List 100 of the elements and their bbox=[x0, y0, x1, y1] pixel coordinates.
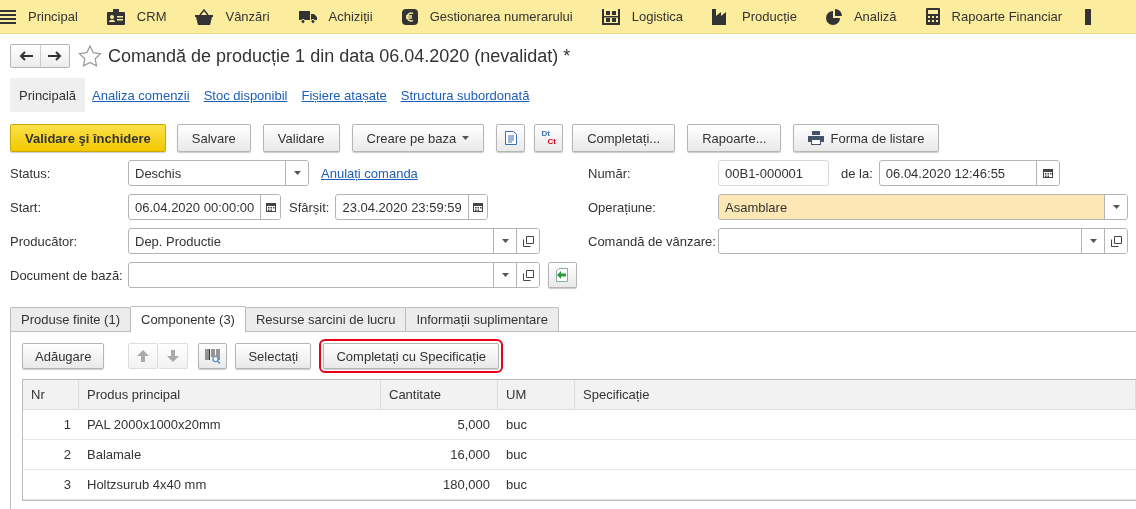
field-label: Document de bază: bbox=[10, 267, 124, 283]
window-title: Comandă de producție 1 din data 06.04.2020 (nevalidat) * bbox=[108, 45, 571, 67]
calendar-icon bbox=[265, 202, 276, 212]
page-tab[interactable]: Principală bbox=[10, 78, 86, 112]
calendar-icon bbox=[1042, 168, 1053, 178]
caret-icon bbox=[293, 171, 301, 175]
menu-item[interactable]: Rapoarte Financiar bbox=[925, 8, 1063, 25]
dropdown-button[interactable]: Creare pe baza bbox=[351, 124, 485, 152]
menu-item[interactable]: Analiză bbox=[825, 8, 897, 25]
calculator-icon bbox=[925, 8, 940, 25]
euro-icon bbox=[401, 8, 418, 25]
id-card-icon bbox=[106, 8, 125, 25]
column-header[interactable]: Specificație bbox=[575, 380, 1136, 409]
barcode-search-button[interactable] bbox=[198, 343, 228, 369]
page-tab[interactable]: Stoc disponibil bbox=[196, 78, 295, 112]
document-arrow-icon bbox=[554, 267, 571, 283]
table-cell-text: 5,000 bbox=[456, 416, 491, 434]
caret-icon bbox=[501, 239, 509, 243]
select-field[interactable]: Asamblare bbox=[718, 194, 1128, 220]
column-header[interactable]: Produs principal bbox=[79, 380, 381, 409]
caret-icon bbox=[1112, 205, 1120, 209]
dropdown-button[interactable] bbox=[1104, 195, 1127, 219]
open-button[interactable] bbox=[516, 263, 539, 287]
table-cell-text: 180,000 bbox=[442, 476, 491, 494]
column-header[interactable]: Nr bbox=[23, 380, 79, 409]
print-button[interactable]: Forma de listare bbox=[793, 124, 940, 152]
table-button[interactable]: Selectați bbox=[235, 343, 312, 369]
toolbar-button[interactable]: Rapoarte... bbox=[687, 124, 782, 152]
menu-item[interactable]: CRM bbox=[106, 8, 167, 25]
date-field[interactable]: 06.04.2020 00:00:00 bbox=[128, 194, 281, 220]
table-cell-text: buc bbox=[505, 476, 528, 494]
menu-item[interactable]: Principal bbox=[0, 9, 78, 24]
caret-icon bbox=[1089, 239, 1097, 243]
barcode-magnifier-icon bbox=[204, 348, 221, 364]
table-cell-text: 1 bbox=[62, 416, 72, 434]
table-cell-text: PAL 2000x1000x20mm bbox=[86, 416, 222, 434]
fill-button[interactable] bbox=[548, 262, 577, 288]
column-header[interactable]: Cantitate bbox=[381, 380, 498, 409]
field-label: Număr: bbox=[588, 165, 632, 181]
date-field[interactable]: 06.04.2020 12:46:55 bbox=[878, 160, 1060, 186]
arrow-left-icon bbox=[18, 51, 33, 61]
menu-item[interactable]: Producție bbox=[712, 8, 797, 25]
date-field[interactable]: 23.04.2020 23:59:59 bbox=[335, 194, 489, 220]
table-cell-text: 16,000 bbox=[449, 446, 491, 464]
table-cell-text: buc bbox=[505, 446, 528, 464]
field-label: Producător: bbox=[10, 233, 79, 249]
field-label: de la: bbox=[841, 165, 873, 181]
windows-icon bbox=[522, 269, 534, 281]
menu-item[interactable]: Logistica bbox=[601, 8, 683, 25]
toolbar-button[interactable]: Validare bbox=[262, 124, 340, 152]
calendar-button[interactable] bbox=[467, 195, 488, 219]
toolbar-button[interactable]: Completați... bbox=[572, 124, 676, 152]
basket-icon bbox=[195, 8, 214, 25]
field-label: Operațiune: bbox=[588, 199, 657, 215]
dt-ct-button[interactable]: Dt Ct bbox=[534, 124, 564, 152]
document-tab[interactable]: Informații suplimentare bbox=[405, 307, 559, 331]
calendar-icon bbox=[473, 202, 484, 212]
windows-icon bbox=[522, 235, 534, 247]
menu-item[interactable]: Achiziții bbox=[298, 9, 373, 24]
reference-field[interactable] bbox=[128, 262, 540, 288]
menu-item[interactable]: Vânzări bbox=[195, 8, 270, 25]
caret-icon bbox=[462, 136, 470, 140]
field-label: Comandă de vânzare: bbox=[588, 233, 717, 249]
number-field[interactable]: 00B1-000001 bbox=[718, 160, 829, 186]
table-cell-text: Balamale bbox=[86, 446, 143, 464]
document-tab[interactable]: Resurse sarcini de lucru bbox=[244, 307, 407, 331]
column-header[interactable]: UM bbox=[498, 380, 575, 409]
arrow-right-icon bbox=[48, 51, 62, 61]
caret-icon bbox=[501, 273, 509, 277]
document-tab[interactable]: Produse finite (1) bbox=[10, 307, 131, 331]
star-icon[interactable] bbox=[78, 45, 102, 67]
calendar-button[interactable] bbox=[260, 195, 280, 219]
reference-field[interactable]: Dep. Productie bbox=[128, 228, 540, 254]
select-field[interactable]: Deschis bbox=[128, 160, 309, 186]
windows-icon bbox=[1110, 235, 1122, 247]
truck-icon bbox=[298, 9, 317, 24]
menu-item[interactable]: Gestionarea numerarului bbox=[401, 8, 573, 25]
open-button[interactable] bbox=[516, 229, 539, 253]
arrow-up-icon bbox=[137, 350, 150, 362]
table-cell-text: Holtzsurub 4x40 mm bbox=[86, 476, 208, 494]
cancel-order-link[interactable]: Anulați comanda bbox=[321, 165, 418, 181]
table-button[interactable]: Adăugare bbox=[22, 343, 105, 369]
page-tab[interactable]: Fișiere atașate bbox=[294, 78, 394, 112]
validate-close-button[interactable]: Validare şi închidere bbox=[10, 124, 166, 152]
toolbar-button[interactable]: Salvare bbox=[176, 124, 251, 152]
report-button[interactable] bbox=[496, 124, 526, 152]
page-tab[interactable]: Structura subordonată bbox=[393, 78, 537, 112]
page-tab[interactable]: Analiza comenzii bbox=[85, 78, 197, 112]
arrow-down-icon bbox=[166, 350, 179, 362]
table-cell-text: 3 bbox=[62, 476, 72, 494]
field-label: Status: bbox=[10, 165, 52, 181]
pie-chart-icon bbox=[825, 8, 842, 25]
table-cell-text: buc bbox=[505, 416, 528, 434]
open-button[interactable] bbox=[1104, 229, 1127, 253]
reference-field[interactable] bbox=[718, 228, 1128, 254]
document-tab[interactable]: Componente (3) bbox=[130, 306, 246, 332]
calendar-button[interactable] bbox=[1035, 161, 1059, 185]
shelf-icon bbox=[601, 8, 620, 25]
dropdown-button[interactable] bbox=[285, 161, 308, 185]
printer-icon bbox=[808, 131, 825, 145]
